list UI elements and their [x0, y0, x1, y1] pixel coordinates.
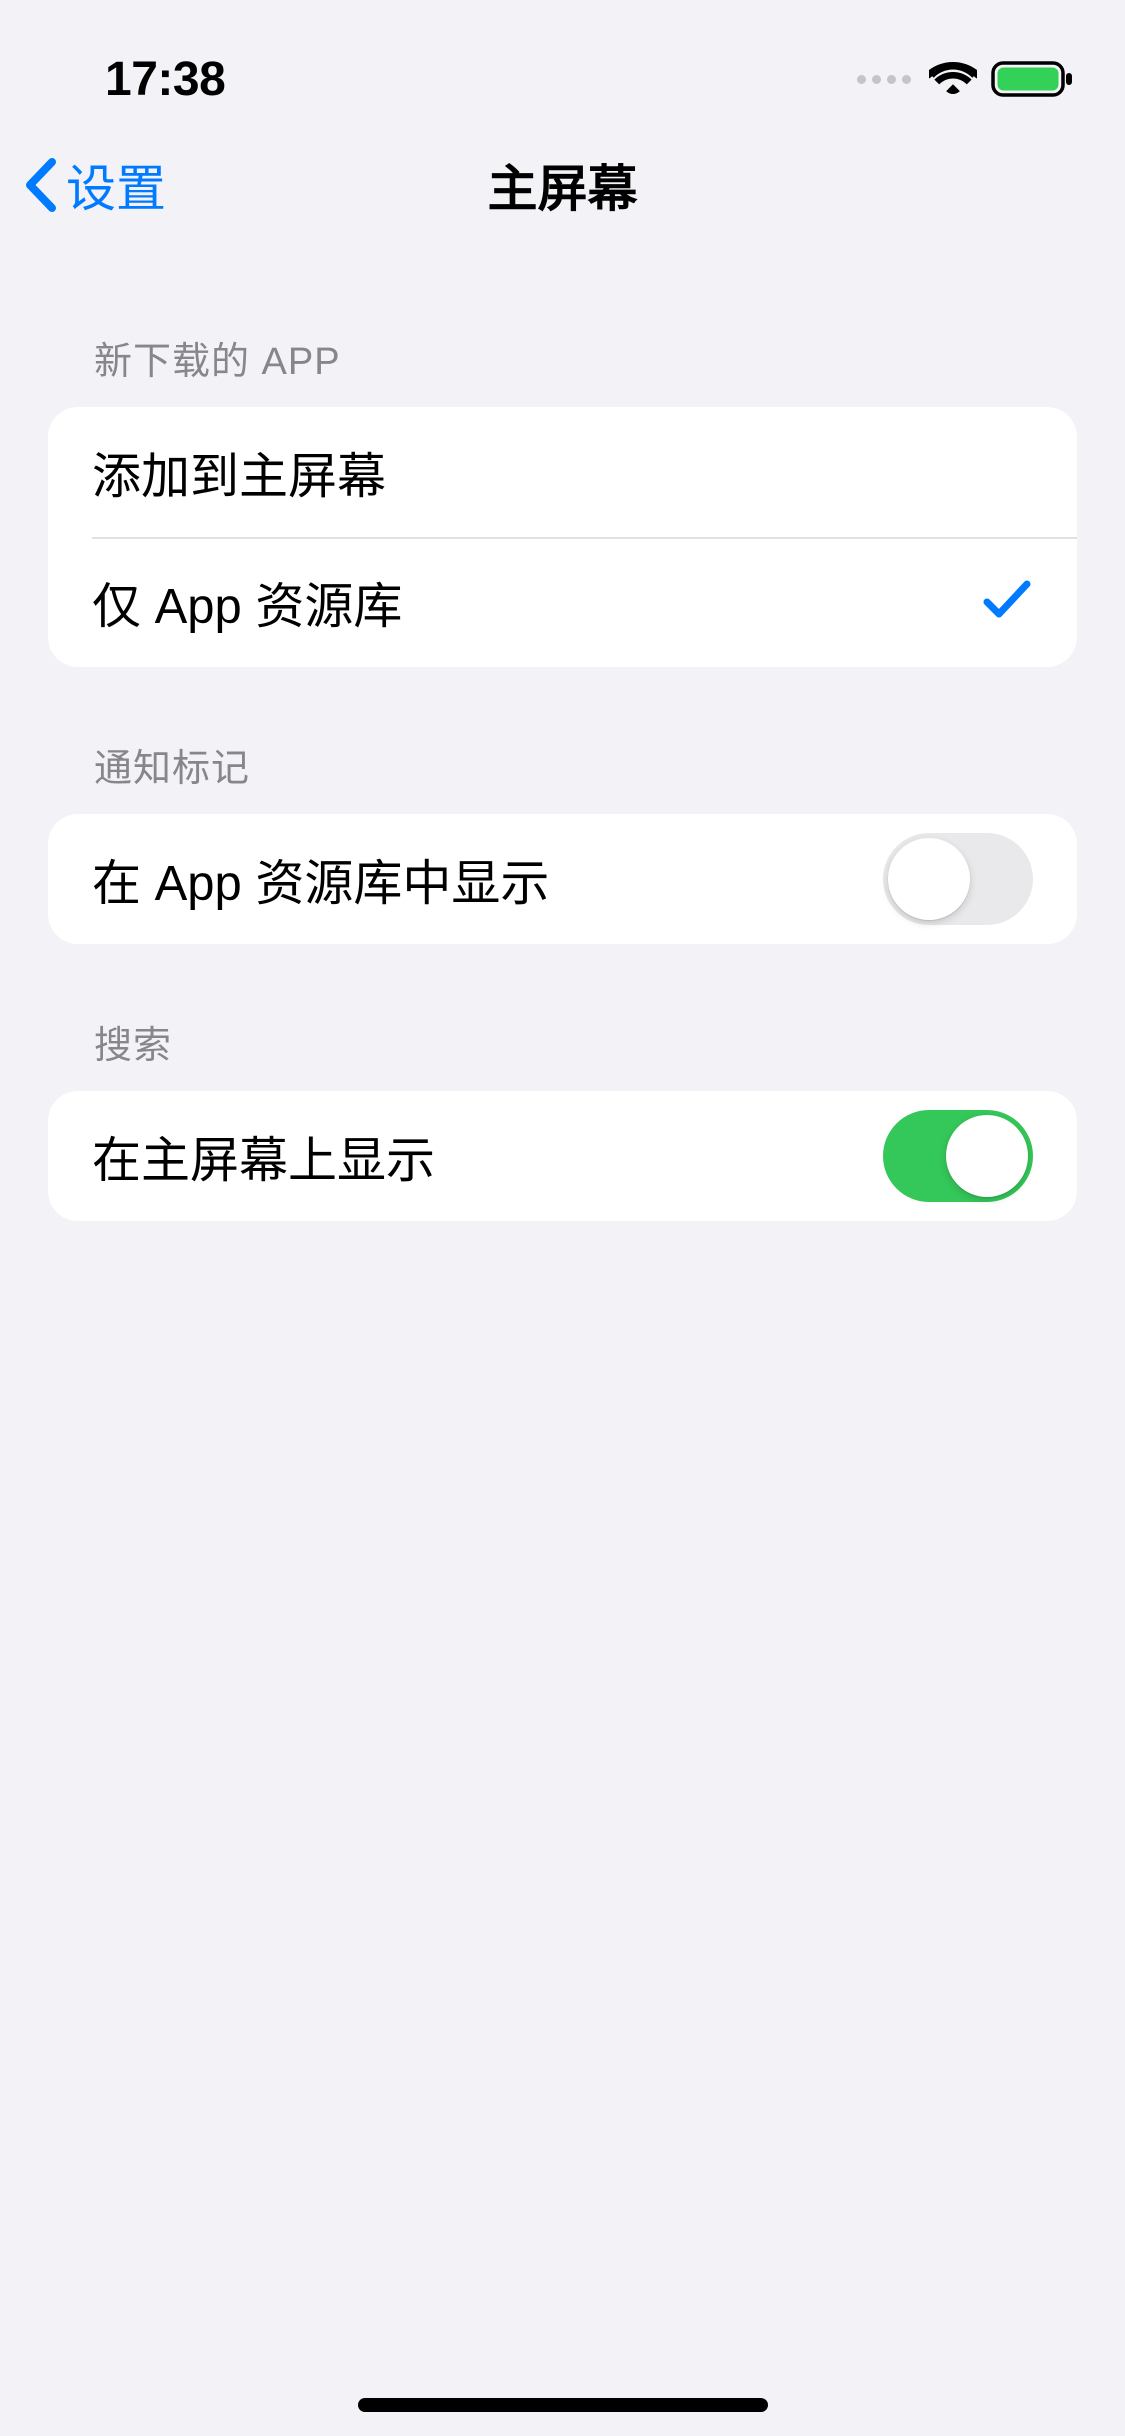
- section-header-search: 搜索: [48, 1014, 1077, 1069]
- status-bar: 17:38: [0, 0, 1125, 120]
- cell-label: 添加到主屏幕: [92, 437, 386, 508]
- wifi-icon: [929, 61, 977, 97]
- battery-icon: [991, 59, 1075, 99]
- group-newly-downloaded: 添加到主屏幕 仅 App 资源库: [48, 407, 1077, 667]
- status-time: 17:38: [105, 52, 225, 107]
- back-label: 设置: [66, 149, 166, 221]
- chevron-left-icon: [22, 156, 60, 214]
- checkmark-icon: [981, 576, 1033, 629]
- option-app-library-only[interactable]: 仅 App 资源库: [48, 537, 1077, 667]
- signal-dots-icon: [857, 75, 911, 84]
- option-add-to-home[interactable]: 添加到主屏幕: [48, 407, 1077, 537]
- group-search: 在主屏幕上显示: [48, 1091, 1077, 1221]
- section-header-notification-badges: 通知标记: [48, 737, 1077, 792]
- cell-label: 在主屏幕上显示: [92, 1121, 435, 1192]
- back-button[interactable]: 设置: [22, 149, 166, 221]
- page-title: 主屏幕: [0, 149, 1125, 221]
- toggle-show-on-home[interactable]: [883, 1110, 1033, 1202]
- cell-label: 在 App 资源库中显示: [92, 844, 549, 915]
- home-indicator[interactable]: [358, 2398, 768, 2412]
- nav-bar: 设置 主屏幕: [0, 120, 1125, 250]
- cell-label: 仅 App 资源库: [92, 567, 402, 638]
- row-show-in-app-library: 在 App 资源库中显示: [48, 814, 1077, 944]
- group-notification-badges: 在 App 资源库中显示: [48, 814, 1077, 944]
- row-show-on-home: 在主屏幕上显示: [48, 1091, 1077, 1221]
- status-indicators: [857, 59, 1075, 99]
- section-header-newly-downloaded: 新下载的 APP: [48, 330, 1077, 385]
- content: 新下载的 APP 添加到主屏幕 仅 App 资源库 通知标记 在 App 资源库…: [0, 330, 1125, 1221]
- toggle-show-in-app-library[interactable]: [883, 833, 1033, 925]
